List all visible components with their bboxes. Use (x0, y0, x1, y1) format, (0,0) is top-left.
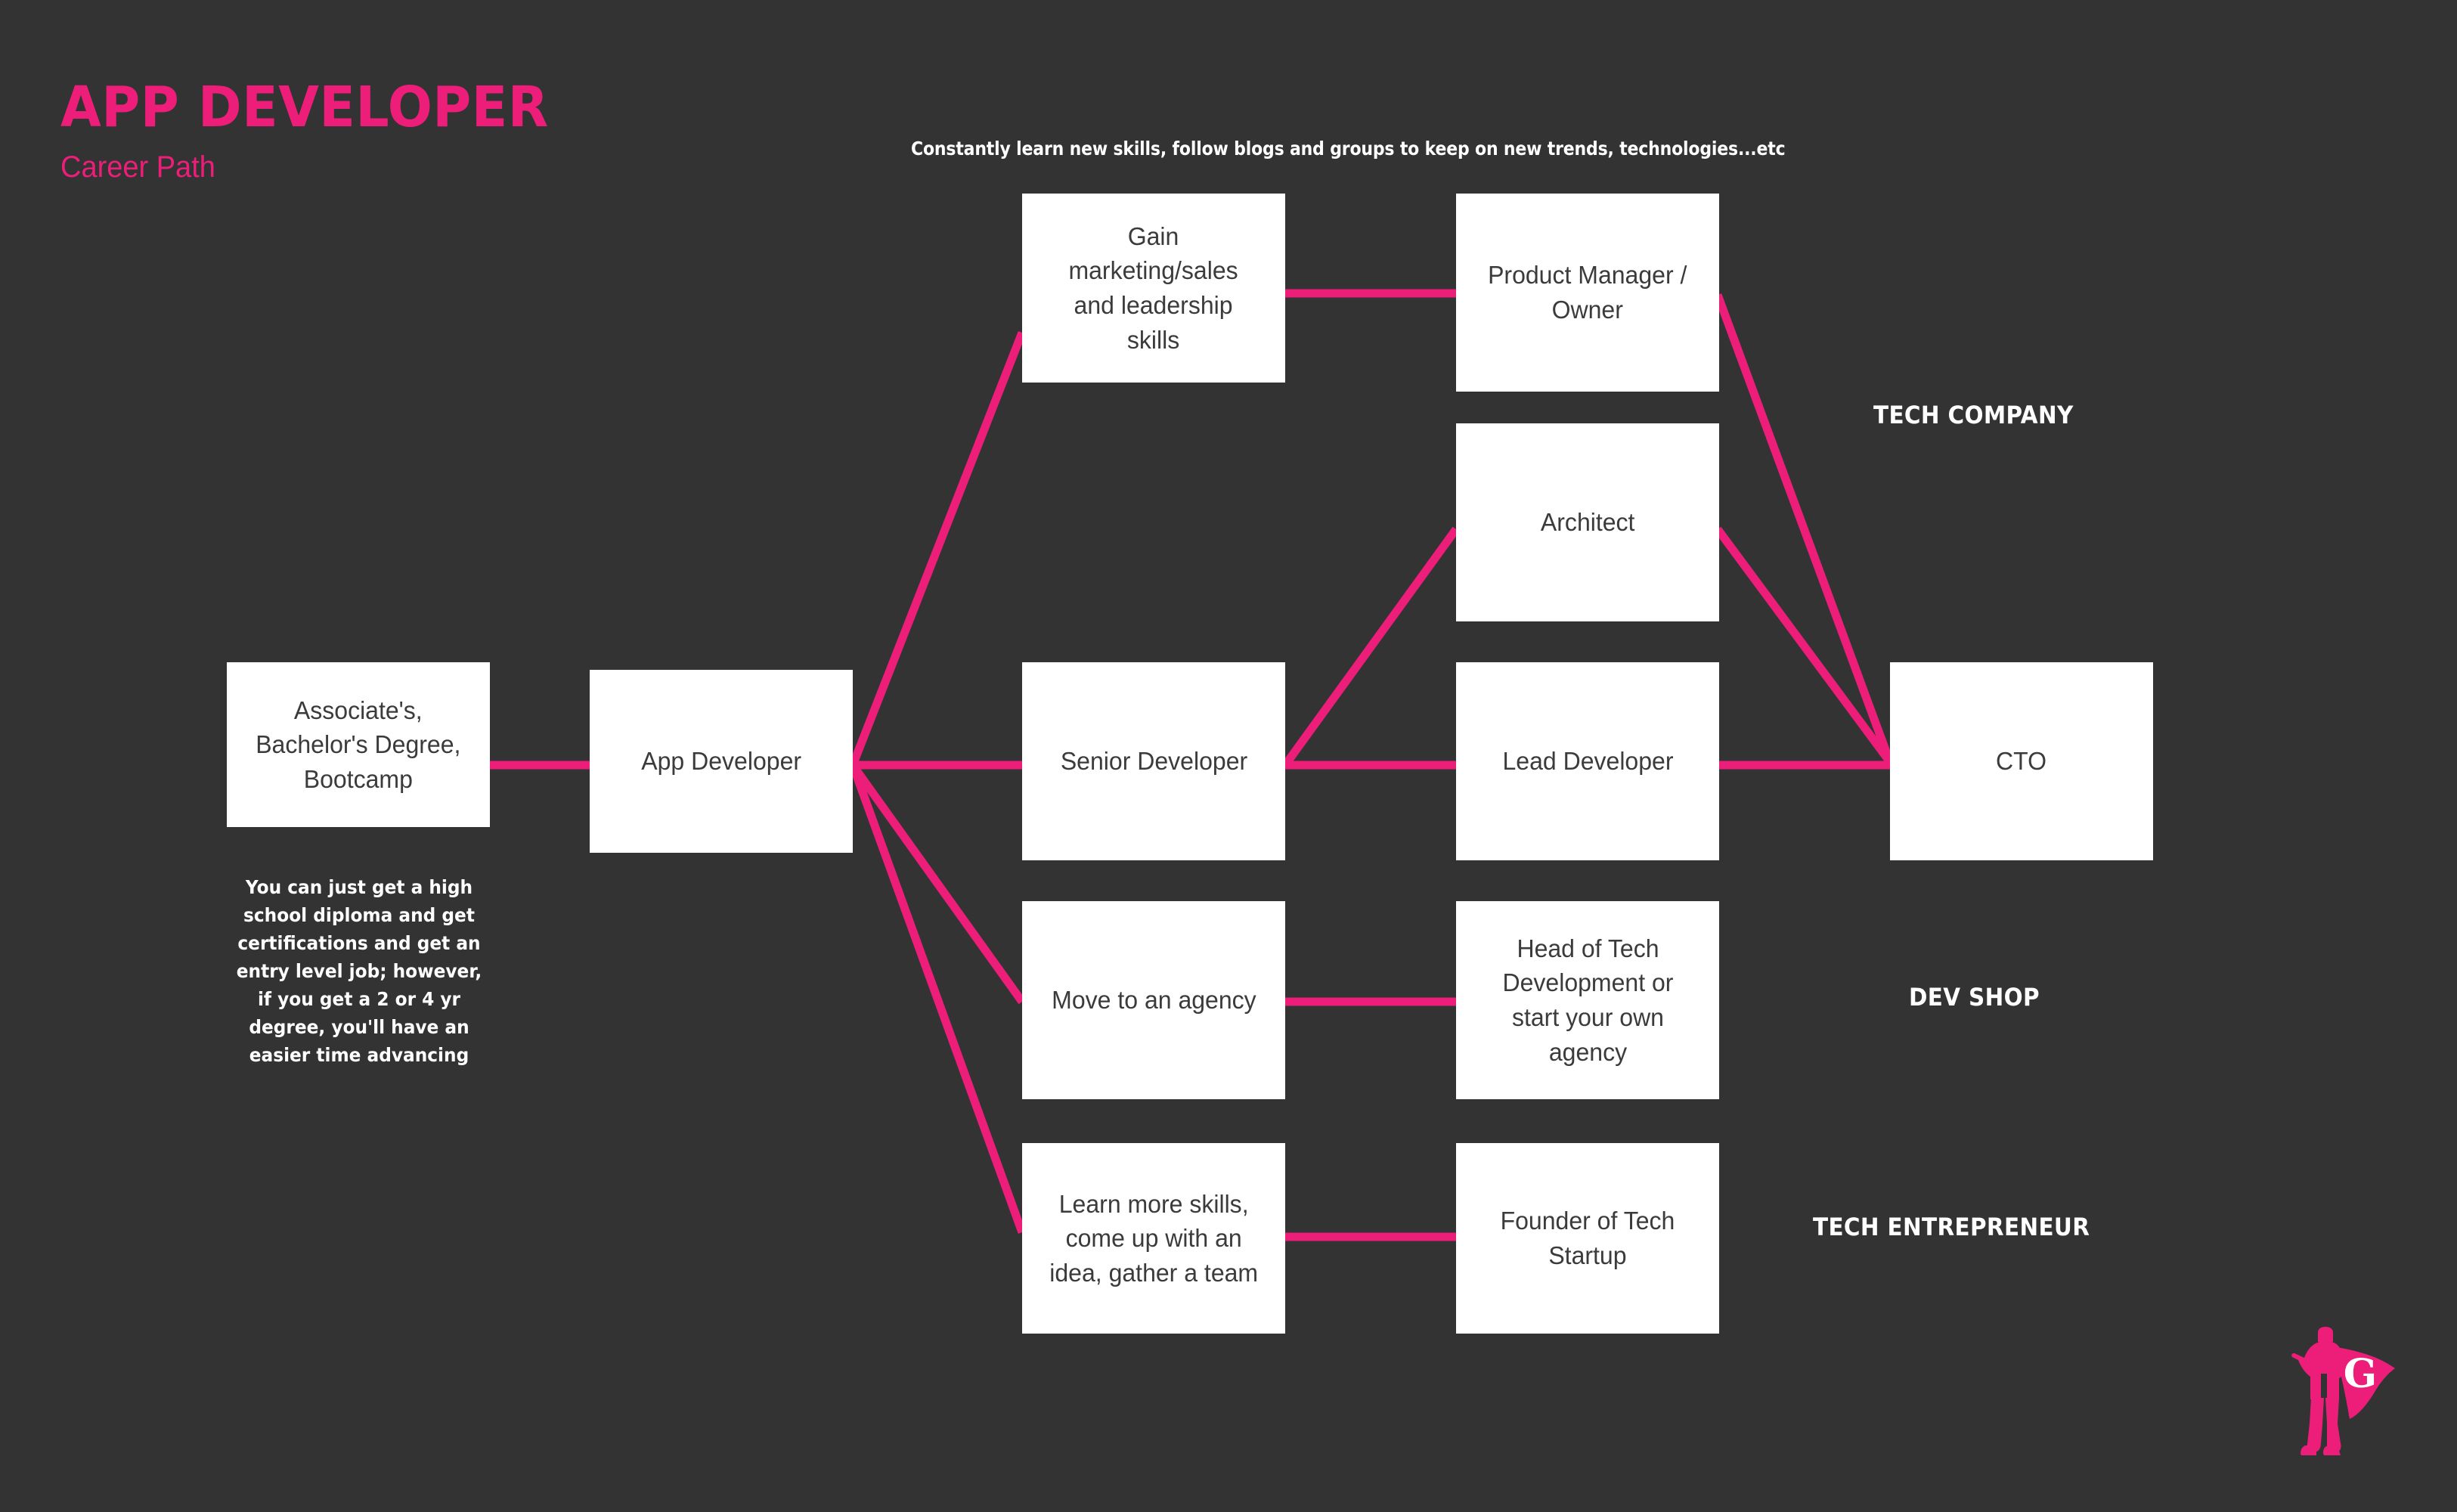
node-education-label: Associate's, Bachelor's Degree, Bootcamp (256, 696, 461, 793)
node-founder-startup-label: Founder of Tech Startup (1500, 1207, 1675, 1269)
node-app-developer-label: App Developer (641, 747, 801, 776)
edge-appdev-moveagency (849, 762, 1026, 1005)
track-label-dev-shop: DEV SHOP (1909, 983, 2040, 1012)
node-lead-developer-label: Lead Developer (1501, 747, 1674, 776)
node-education[interactable]: Associate's, Bachelor's Degree, Bootcamp (227, 662, 490, 827)
node-lead-developer[interactable]: Lead Developer (1456, 662, 1719, 860)
node-senior-developer[interactable]: Senior Developer (1022, 662, 1285, 860)
foot-right (2323, 1446, 2341, 1455)
node-cto[interactable]: CTO (1890, 662, 2153, 860)
edge-productmanager-cto (1713, 293, 1895, 764)
node-founder-startup[interactable]: Founder of Tech Startup (1456, 1143, 1719, 1334)
node-architect-label: Architect (1540, 508, 1635, 537)
node-move-agency-label: Move to an agency (1051, 986, 1256, 1015)
career-path-slide: APP DEVELOPER Career Path Constantly lea… (0, 0, 2457, 1512)
node-architect[interactable]: Architect (1456, 423, 1719, 621)
node-product-manager-label: Product Manager / Owner (1488, 261, 1687, 324)
node-product-manager[interactable]: Product Manager / Owner (1456, 194, 1719, 392)
node-move-agency[interactable]: Move to an agency (1022, 901, 1285, 1099)
node-head-of-tech-label: Head of Tech Development or start your o… (1502, 934, 1673, 1066)
foot-left (2301, 1445, 2316, 1455)
edge-appdev-gainskills (848, 330, 1027, 767)
node-learn-more-skills[interactable]: Learn more skills, come up with an idea,… (1022, 1143, 1285, 1334)
edge-appdev-learnskills (848, 764, 1027, 1234)
node-senior-developer-label: Senior Developer (1060, 747, 1247, 776)
logo-letter: G (2344, 1351, 2377, 1397)
node-gain-skills-label: Gain marketing/sales and leadership skil… (1068, 222, 1239, 354)
legs-shape-2 (2325, 1398, 2341, 1453)
track-label-tech-company: TECH COMPANY (1873, 401, 2074, 429)
torso-shape (2291, 1341, 2344, 1399)
edge-seniordev-architect (1281, 526, 1460, 768)
superhero-logo: G (2291, 1327, 2395, 1455)
node-gain-skills[interactable]: Gain marketing/sales and leadership skil… (1022, 194, 1285, 383)
node-learn-more-skills-label: Learn more skills, come up with an idea,… (1049, 1189, 1258, 1287)
education-note-caption: You can just get a high school diploma a… (236, 876, 482, 1066)
node-app-developer[interactable]: App Developer (590, 670, 853, 853)
edge-architect-cto (1714, 526, 1894, 765)
node-head-of-tech[interactable]: Head of Tech Development or start your o… (1456, 901, 1719, 1099)
legs-shape (2307, 1398, 2324, 1452)
node-cto-label: CTO (1996, 747, 2047, 776)
track-label-tech-entrepreneur: TECH ENTREPRENEUR (1813, 1213, 2090, 1241)
head-shape (2318, 1327, 2333, 1342)
